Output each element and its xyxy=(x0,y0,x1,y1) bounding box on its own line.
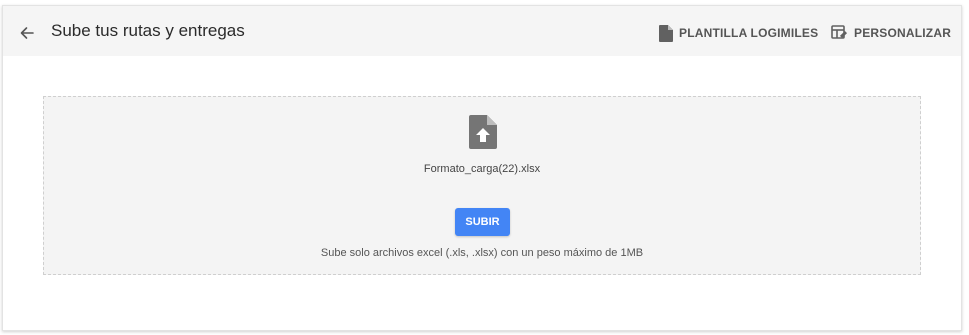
arrow-left-icon xyxy=(20,27,34,39)
file-dropzone[interactable]: Formato_carga(22).xlsx SUBIR Sube solo a… xyxy=(43,96,921,275)
page-title: Sube tus rutas y entregas xyxy=(51,21,245,40)
customize-button[interactable]: PERSONALIZAR xyxy=(831,22,951,44)
upload-button[interactable]: SUBIR xyxy=(455,208,510,236)
file-upload-icon xyxy=(469,115,497,149)
selected-file-name: Formato_carga(22).xlsx xyxy=(423,163,541,175)
template-button-label: PLANTILLA LOGIMILES xyxy=(679,26,819,40)
customize-button-label: PERSONALIZAR xyxy=(854,26,952,40)
page-header: Sube tus rutas y entregas PLANTILLA LOGI… xyxy=(3,6,961,56)
upload-card: Sube tus rutas y entregas PLANTILLA LOGI… xyxy=(2,5,962,331)
upload-hint: Sube solo archivos excel (.xls, .xlsx) c… xyxy=(320,247,644,259)
template-button[interactable]: PLANTILLA LOGIMILES xyxy=(659,22,818,44)
table-edit-icon xyxy=(831,25,848,39)
document-icon xyxy=(659,24,673,42)
back-button[interactable] xyxy=(15,21,39,45)
